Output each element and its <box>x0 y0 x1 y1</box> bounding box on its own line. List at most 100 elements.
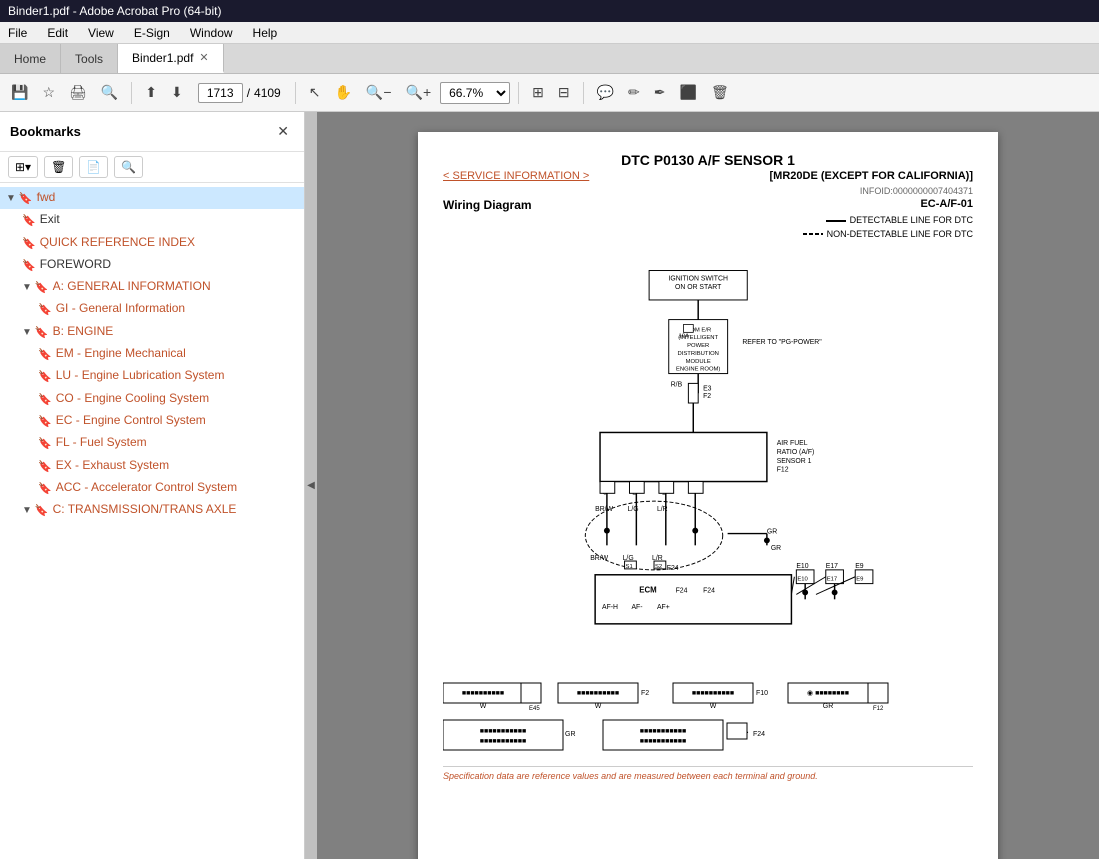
highlight-button[interactable]: ✏ <box>623 81 645 104</box>
svg-text:◉ ■■■■■■■■: ◉ ■■■■■■■■ <box>807 690 849 697</box>
svg-text:■■■■■■■■■■: ■■■■■■■■■■ <box>577 690 619 697</box>
tab-tools[interactable]: Tools <box>61 44 118 73</box>
wiring-diagram-svg: IGNITION SWITCH ON OR START IPDM E/R (IN… <box>443 247 973 667</box>
title-bar: Binder1.pdf - Adobe Acrobat Pro (64-bit) <box>0 0 1099 22</box>
separator-2 <box>295 82 296 104</box>
sidebar-header-icons: ✕ <box>272 120 294 143</box>
zoom-minus-button[interactable]: 🔍− <box>361 81 397 104</box>
svg-text:W: W <box>595 703 602 710</box>
svg-text:F24: F24 <box>667 565 679 572</box>
zoom-plus-button[interactable]: 🔍+ <box>401 81 437 104</box>
svg-text:E10: E10 <box>797 577 808 583</box>
tab-binder1-label: Binder1.pdf <box>132 51 193 65</box>
trash-button[interactable]: 🗑 <box>706 81 734 104</box>
search-bookmark-button[interactable]: 🔍 <box>114 156 143 178</box>
bookmark-trans-icon: 🔖 <box>35 504 49 518</box>
bookmark-ex[interactable]: 🔖 EX - Exhaust System <box>32 455 304 477</box>
title-bar-text: Binder1.pdf - Adobe Acrobat Pro (64-bit) <box>8 4 221 18</box>
svg-text:E9: E9 <box>856 577 863 583</box>
svg-text:R/B: R/B <box>671 381 683 388</box>
svg-text:MODULE: MODULE <box>686 359 711 365</box>
sidebar-options-button[interactable]: ✕ <box>272 120 294 143</box>
menu-view[interactable]: View <box>84 24 118 42</box>
pdf-model-info: [MR20DE (EXCEPT FOR CALIFORNIA)] <box>770 170 974 182</box>
hand-tool-button[interactable]: ✋ <box>329 81 356 104</box>
svg-text:F24: F24 <box>703 587 715 594</box>
menu-window[interactable]: Window <box>186 24 237 42</box>
bookmark-ex-label: EX - Exhaust System <box>56 458 298 474</box>
tab-binder1[interactable]: Binder1.pdf ✕ <box>118 44 224 73</box>
bookmark-gi-icon: 🔖 <box>38 303 52 317</box>
menu-edit[interactable]: Edit <box>43 24 72 42</box>
menu-esign[interactable]: E-Sign <box>130 24 174 42</box>
svg-text:F12: F12 <box>777 467 789 474</box>
page-nav: / 4109 <box>198 83 281 103</box>
bookmark-em[interactable]: 🔖 EM - Engine Mechanical <box>32 343 304 365</box>
new-bookmark-button[interactable]: 📄 <box>79 156 108 178</box>
comment-button[interactable]: 💬 <box>592 81 619 104</box>
svg-text:F2: F2 <box>703 393 711 400</box>
bookmark-fl[interactable]: 🔖 FL - Fuel System <box>32 432 304 454</box>
sidebar: Bookmarks ✕ ⊞▾ 🗑 📄 🔍 ▼ 🔖 fwd 🔖 Exit <box>0 112 305 859</box>
bookmark-foreword-icon: 🔖 <box>22 259 36 273</box>
toolbar: 💾 ☆ 🖨 🔍 ⬆ ⬇ / 4109 ↖ ✋ 🔍− 🔍+ 66.7% 50% 7… <box>0 74 1099 112</box>
svg-text:POWER: POWER <box>687 343 709 349</box>
svg-text:AF+: AF+ <box>657 604 670 611</box>
menu-help[interactable]: Help <box>249 24 282 42</box>
bookmark-fwd-icon: 🔖 <box>19 192 33 206</box>
legend: DETECTABLE LINE FOR DTC NON-DETECTABLE L… <box>803 214 973 241</box>
bookmark-engine-group[interactable]: ▼ 🔖 B: ENGINE <box>16 321 304 343</box>
svg-text:AIR FUEL: AIR FUEL <box>777 440 808 447</box>
zoom-out-button[interactable]: 🔍 <box>96 81 123 104</box>
menu-file[interactable]: File <box>4 24 31 42</box>
svg-text:F24: F24 <box>676 587 688 594</box>
bookmark-acc[interactable]: 🔖 ACC - Accelerator Control System <box>32 477 304 499</box>
svg-text:W: W <box>710 703 717 710</box>
bookmark-fwd[interactable]: ▼ 🔖 fwd <box>0 187 304 209</box>
sidebar-title: Bookmarks <box>10 124 81 139</box>
bookmark-transmission-group[interactable]: ▼ 🔖 C: TRANSMISSION/TRANS AXLE <box>16 499 304 521</box>
redact-button[interactable]: ⬛ <box>675 81 702 104</box>
pdf-note-text: Specification data are reference values … <box>443 771 818 781</box>
bookmark-gi-label: GI - General Information <box>56 301 298 317</box>
pdf-ref: INFOID:0000000007404371 <box>443 186 973 196</box>
menu-bar: File Edit View E-Sign Window Help <box>0 22 1099 44</box>
zoom-select[interactable]: 66.7% 50% 75% 100% 125% <box>440 82 510 104</box>
bookmark-lu[interactable]: 🔖 LU - Engine Lubrication System <box>32 365 304 387</box>
bookmark-foreword[interactable]: 🔖 FOREWORD <box>16 254 304 276</box>
cursor-tool-button[interactable]: ↖ <box>304 81 326 104</box>
svg-text:■■■■■■■■■■: ■■■■■■■■■■ <box>462 690 504 697</box>
fit-width-button[interactable]: ⊟ <box>553 81 575 104</box>
separator-4 <box>583 82 584 104</box>
bookmark-gen-info-label: A: GENERAL INFORMATION <box>53 279 298 295</box>
page-number-input[interactable] <box>198 83 243 103</box>
bookmark-button[interactable]: ☆ <box>37 81 60 104</box>
bookmark-foreword-label: FOREWORD <box>40 257 298 273</box>
bookmark-lu-icon: 🔖 <box>38 370 52 384</box>
print-button[interactable]: 🖨 <box>64 81 92 104</box>
svg-text:BR/W: BR/W <box>590 555 608 562</box>
tab-home[interactable]: Home <box>0 44 61 73</box>
bookmark-gi[interactable]: 🔖 GI - General Information <box>32 298 304 320</box>
expand-all-button[interactable]: ⊞▾ <box>8 156 38 178</box>
bookmark-exit-label: Exit <box>40 212 298 228</box>
page-separator: / <box>247 86 250 100</box>
fit-page-button[interactable]: ⊞ <box>527 81 549 104</box>
bookmark-co[interactable]: 🔖 CO - Engine Cooling System <box>32 388 304 410</box>
pdf-service-info-link[interactable]: < SERVICE INFORMATION > <box>443 170 589 182</box>
triangle-engine-icon: ▼ <box>22 326 32 339</box>
bookmark-exit[interactable]: 🔖 Exit <box>16 209 304 231</box>
nav-next-button[interactable]: ⬇ <box>166 81 188 104</box>
delete-bookmark-button[interactable]: 🗑 <box>44 156 73 178</box>
nav-prev-button[interactable]: ⬆ <box>140 81 162 104</box>
tab-close-icon[interactable]: ✕ <box>199 51 208 64</box>
svg-text:GR: GR <box>767 529 777 536</box>
wiring-title: Wiring Diagram <box>443 198 532 212</box>
bookmark-ec[interactable]: 🔖 EC - Engine Control System <box>32 410 304 432</box>
bookmark-quick-ref[interactable]: 🔖 QUICK REFERENCE INDEX <box>16 232 304 254</box>
save-button[interactable]: 💾 <box>6 81 33 104</box>
sign-button[interactable]: ✒ <box>649 81 671 104</box>
bookmark-trans-label: C: TRANSMISSION/TRANS AXLE <box>53 502 298 518</box>
bookmark-general-info-group[interactable]: ▼ 🔖 A: GENERAL INFORMATION <box>16 276 304 298</box>
sidebar-collapse-button[interactable]: ◀ <box>305 112 317 859</box>
